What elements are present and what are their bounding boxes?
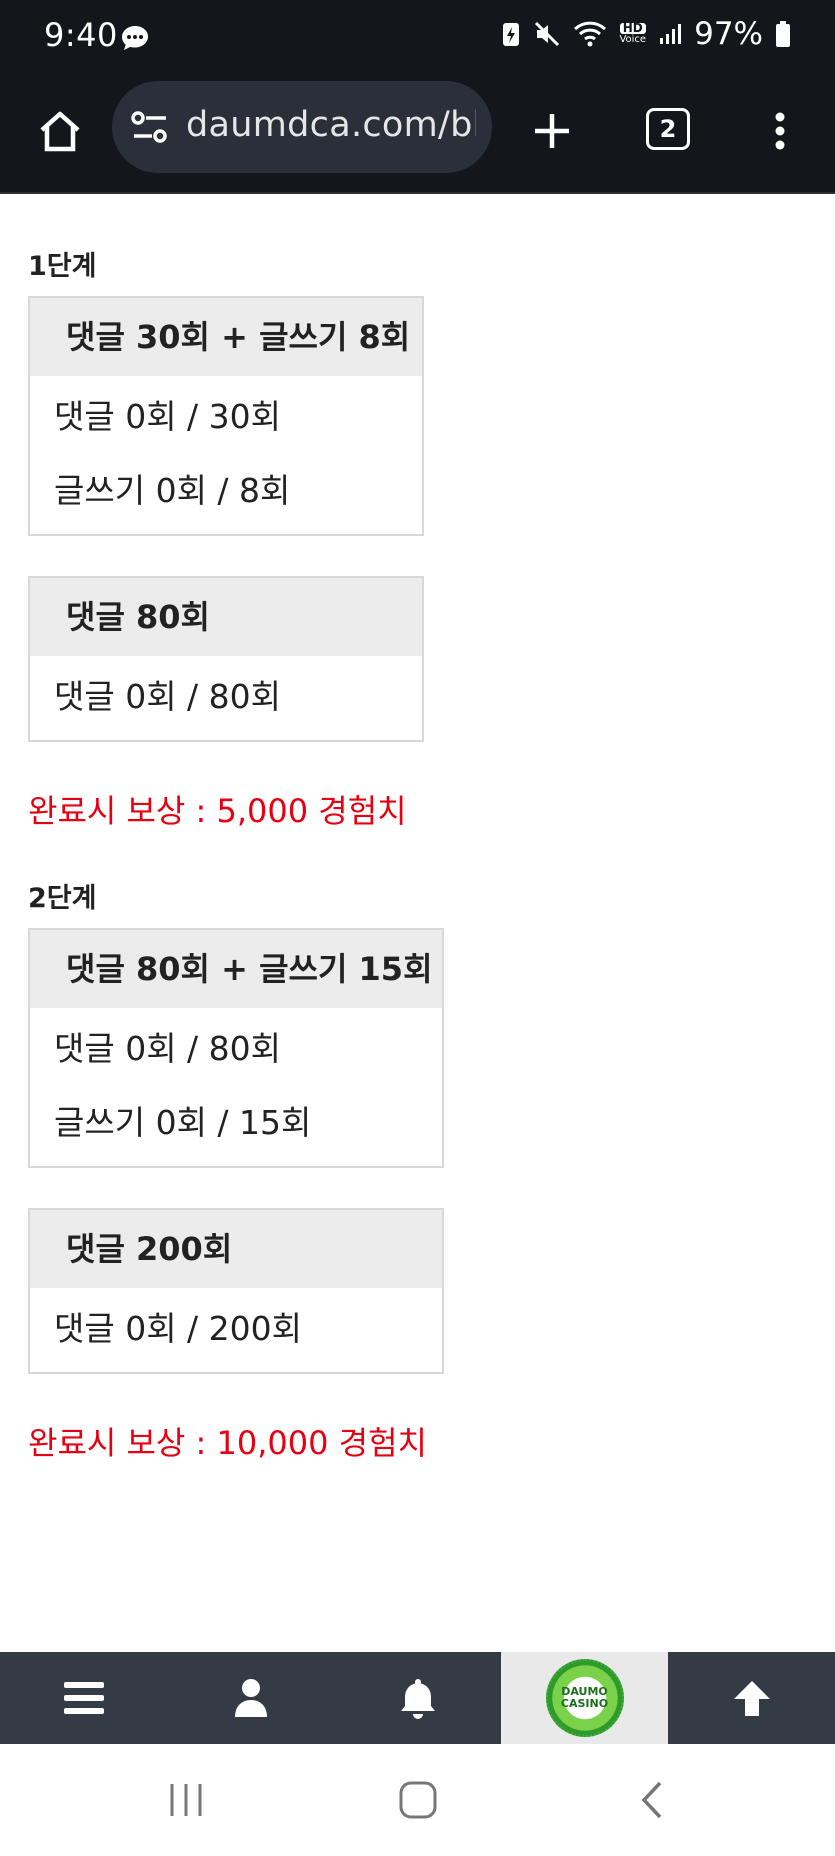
mission-card: 댓글 30회 + 글쓰기 8회 댓글 0회 / 30회 글쓰기 0회 / 8회 [28, 296, 424, 536]
tab-switcher-button[interactable]: 2 [646, 108, 690, 150]
recent-apps-icon [170, 1784, 202, 1816]
bell-icon [400, 1679, 435, 1719]
home-icon [40, 111, 80, 152]
more-menu-button[interactable] [762, 101, 798, 161]
back-button[interactable] [622, 1772, 682, 1828]
home-system-button[interactable] [388, 1772, 448, 1828]
mute-icon [533, 20, 561, 48]
hd-voice-icon: HD Voice [619, 22, 647, 45]
system-navigation-bar [0, 1744, 835, 1856]
mission-progress-row: 글쓰기 0회 / 15회 [54, 1103, 312, 1142]
browser-toolbar: daumdca.com/bb 2 [0, 78, 835, 194]
site-settings-icon [131, 111, 167, 143]
chat-notification-icon [120, 24, 150, 56]
clock: 9:40 [44, 16, 118, 54]
menu-icon [63, 1682, 104, 1714]
arrow-up-icon [733, 1681, 770, 1716]
reward-text: 완료시 보상 : 5,000 경험치 [28, 792, 407, 830]
mission-card-header: 댓글 200회 [30, 1210, 442, 1288]
address-bar[interactable]: daumdca.com/bb [112, 81, 492, 173]
nav-scroll-top-button[interactable] [668, 1652, 835, 1744]
recent-apps-button[interactable] [156, 1772, 216, 1828]
voice-label: Voice [619, 34, 647, 45]
nav-home-logo[interactable]: DAUMO CASINO [501, 1652, 668, 1744]
mission-card-header: 댓글 30회 + 글쓰기 8회 [30, 298, 422, 376]
battery-icon [775, 20, 791, 48]
more-vertical-icon [775, 112, 785, 150]
back-chevron-icon [641, 1781, 662, 1819]
bottom-navigation: DAUMO CASINO [0, 1652, 835, 1744]
status-bar: 9:40 HD Voice 97% [0, 0, 835, 78]
new-tab-button[interactable] [522, 101, 582, 161]
logo-text: CASINO [560, 1697, 609, 1710]
signal-icon [658, 22, 682, 46]
nav-notification-button[interactable] [334, 1652, 501, 1744]
hd-label: HD [619, 22, 646, 34]
battery-saver-icon [501, 20, 521, 48]
home-button[interactable] [30, 101, 90, 161]
mission-progress-row: 댓글 0회 / 30회 [54, 397, 282, 436]
plus-icon [535, 114, 569, 148]
mission-progress-row: 댓글 0회 / 80회 [54, 677, 282, 716]
mission-progress-row: 글쓰기 0회 / 8회 [54, 471, 291, 510]
nav-menu-button[interactable] [0, 1652, 167, 1744]
mission-card: 댓글 80회 + 글쓰기 15회 댓글 0회 / 80회 글쓰기 0회 / 15… [28, 928, 444, 1168]
mission-card: 댓글 200회 댓글 0회 / 200회 [28, 1208, 444, 1374]
mission-card-header: 댓글 80회 + 글쓰기 15회 [30, 930, 442, 1008]
wifi-icon [573, 20, 607, 48]
url-text: daumdca.com/bb [186, 105, 476, 145]
mission-card: 댓글 80회 댓글 0회 / 80회 [28, 576, 424, 742]
user-icon [234, 1679, 267, 1717]
reward-text: 완료시 보상 : 10,000 경험치 [28, 1424, 427, 1462]
mission-progress-row: 댓글 0회 / 200회 [54, 1309, 303, 1348]
home-square-icon [399, 1781, 437, 1819]
nav-user-button[interactable] [167, 1652, 334, 1744]
stage-title: 1단계 [28, 251, 97, 282]
stage-title: 2단계 [28, 883, 97, 914]
battery-percent: 97% [694, 16, 763, 52]
mission-progress-row: 댓글 0회 / 80회 [54, 1029, 282, 1068]
casino-logo: DAUMO CASINO [545, 1659, 624, 1737]
mission-card-header: 댓글 80회 [30, 578, 422, 656]
